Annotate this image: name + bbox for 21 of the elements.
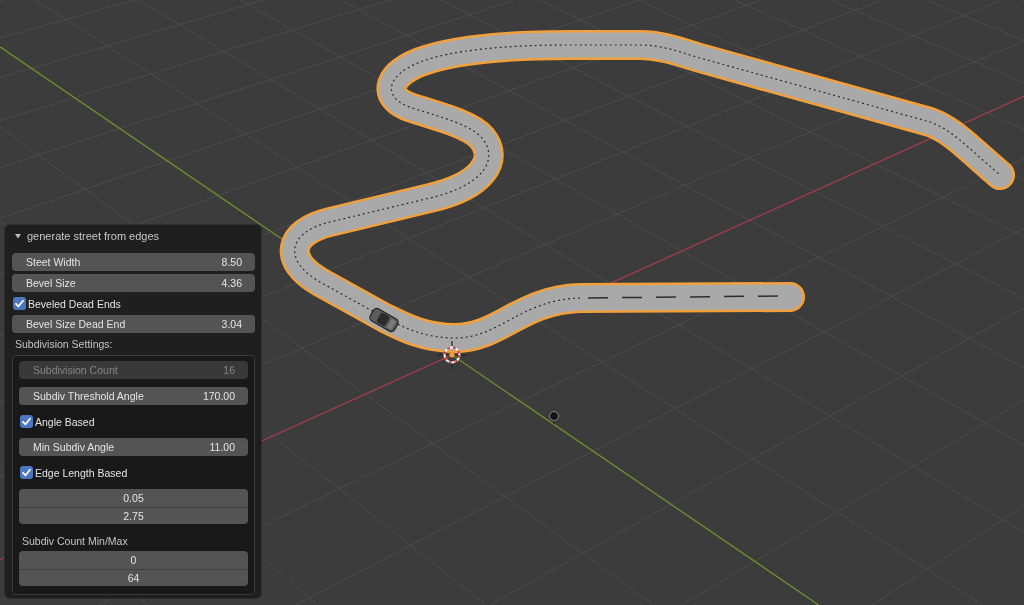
checkbox-label: Edge Length Based	[35, 466, 128, 479]
car-icon[interactable]	[367, 306, 401, 334]
collapse-triangle-icon[interactable]	[15, 233, 21, 239]
number-field[interactable]: Steet Width 8.50	[12, 253, 255, 271]
section-label: Subdivision Settings:	[14, 337, 114, 352]
checkbox-label: Angle Based	[35, 415, 95, 428]
number-field[interactable]: 0	[19, 551, 248, 569]
checkbox-label: Beveled Dead Ends	[28, 297, 121, 310]
panel-title: generate street from edges	[27, 230, 160, 242]
number-field[interactable]: Bevel Size Dead End 3.04	[12, 315, 255, 333]
checkbox[interactable]	[13, 297, 26, 310]
number-field[interactable]: Min Subdiv Angle 11.00	[19, 438, 248, 456]
checkbox[interactable]	[20, 415, 33, 428]
light-icon[interactable]	[549, 411, 559, 425]
checkbox[interactable]	[20, 466, 33, 479]
crosshair-cursor-icon[interactable]	[437, 340, 467, 370]
number-field[interactable]: Subdiv Threshold Angle 170.00	[19, 387, 248, 405]
number-field[interactable]: 0.05	[19, 489, 248, 507]
section-label: Subdiv Count Min/Max	[21, 534, 129, 549]
road-drawing[interactable]	[279, 30, 1015, 353]
number-field[interactable]: Bevel Size 4.36	[12, 274, 255, 292]
